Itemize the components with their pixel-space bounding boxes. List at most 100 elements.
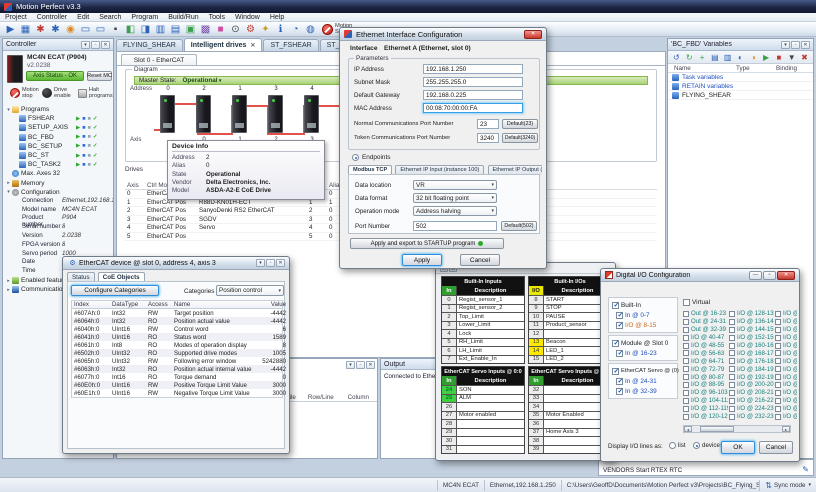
checkbox-icon[interactable] — [683, 343, 689, 349]
menu-item[interactable]: Edit — [72, 14, 94, 21]
io-row[interactable]: 28 — [442, 419, 524, 428]
toolbar-icon[interactable]: ■ — [214, 23, 227, 36]
drive-image[interactable] — [268, 95, 283, 133]
io-range-checkbox[interactable]: I/O @ 128-135 — [729, 310, 774, 318]
menu-item[interactable]: Program — [126, 14, 163, 21]
tree-item-program[interactable]: BC_TASK2 ▶ ■ ■ ✓ — [5, 160, 113, 169]
checkbox-icon[interactable] — [729, 374, 735, 380]
normal-port-default-button[interactable]: Default(23) — [502, 119, 538, 129]
endpoints-radio[interactable]: Endpoints — [352, 154, 390, 161]
checkbox-icon[interactable] — [683, 366, 689, 372]
io-range-checkbox[interactable]: I/O @ 168-175 — [729, 349, 774, 357]
col-name[interactable]: Name — [668, 65, 736, 72]
io-range-checkbox[interactable]: I/O @ 280-287 — [775, 349, 797, 357]
token-port-field[interactable]: 3240 — [477, 133, 499, 143]
checkbox-icon[interactable] — [775, 350, 781, 356]
io-range-checkbox[interactable]: Out @ 24-31 — [683, 318, 728, 326]
coe-object-row[interactable]: #607Ah:0 Int32 RW Target position -4442 — [72, 309, 282, 317]
drive-enable-button[interactable]: Drive enable — [42, 87, 78, 99]
drive-image[interactable] — [196, 95, 211, 133]
checkbox-icon[interactable] — [729, 327, 735, 333]
minimize-icon[interactable] — [749, 271, 762, 280]
io-range-checkbox[interactable]: Out @ 32-39 — [683, 326, 728, 334]
expander-icon[interactable] — [5, 107, 12, 113]
io-range-checkbox[interactable]: I/O @ 320-327 — [775, 389, 797, 397]
io-range-checkbox[interactable]: I/O @ 336-343 — [775, 405, 797, 413]
panel-pin-icon[interactable] — [356, 361, 365, 369]
io-row[interactable]: 8START — [529, 295, 611, 304]
io-row[interactable]: 30 — [442, 436, 524, 445]
sync-mode-selector[interactable]: Sync mode ▾ — [759, 480, 816, 491]
io-range-checkbox[interactable]: I/O @ 248-255 — [775, 318, 797, 326]
io-row[interactable]: 4Lock — [442, 329, 524, 338]
drive-image[interactable] — [232, 95, 247, 133]
io-range-checkbox[interactable]: I/O @ 288-295 — [775, 357, 797, 365]
toolbar-icon[interactable]: ✱ — [34, 23, 47, 36]
toolbar-icon[interactable]: ⊙ — [229, 23, 242, 36]
variables-toolbar-icon[interactable]: ✖ — [799, 52, 810, 63]
variable-row[interactable]: Task variables — [668, 73, 813, 82]
io-range-checkbox[interactable]: I/O @ 192-199 — [729, 373, 774, 381]
close-icon[interactable] — [524, 30, 542, 39]
coe-object-row[interactable]: #6064h:0 Int32 RO Position actual value … — [72, 317, 282, 325]
checkbox-icon[interactable] — [616, 322, 623, 329]
toolbar-icon[interactable]: ◧ — [124, 23, 137, 36]
panel-close-icon[interactable] — [101, 41, 110, 49]
variable-row[interactable]: RETAIN variables — [668, 82, 813, 91]
scroll-thumb[interactable] — [700, 426, 734, 432]
col-column[interactable]: Column — [340, 394, 377, 401]
checkbox-icon[interactable] — [683, 299, 690, 306]
io-range-checkbox[interactable]: I/O @ 104-111 — [683, 397, 728, 405]
checkbox-icon[interactable] — [729, 343, 735, 349]
checkbox-icon[interactable] — [683, 350, 689, 356]
coe-object-row[interactable]: #60E0h:0 UInt16 RW Positive Torque Limit… — [72, 381, 282, 389]
toolbar-icon[interactable]: ✦ — [259, 23, 272, 36]
tab-ethernet-ip-input[interactable]: Ethernet IP Input (instance 100) — [395, 165, 484, 175]
coe-object-row[interactable]: #6063h:0 Int32 RO Position actual intern… — [72, 365, 282, 373]
io-range-checkbox[interactable]: I/O @ 48-55 — [683, 342, 728, 350]
checkbox-icon[interactable] — [729, 406, 735, 412]
data-location-select[interactable]: VR — [413, 180, 497, 190]
checkbox-icon[interactable] — [775, 358, 781, 364]
panel-close-icon[interactable] — [801, 41, 810, 49]
tab-intelligent-drives[interactable]: Intelligent drives ✕ — [184, 38, 263, 51]
toolbar-icon[interactable]: ▩ — [199, 23, 212, 36]
checkbox-icon[interactable] — [612, 302, 619, 309]
checkbox-icon[interactable] — [612, 368, 619, 375]
checkbox-icon[interactable] — [775, 335, 781, 341]
scroll-right-icon[interactable]: ▸ — [782, 426, 790, 432]
checkbox-icon[interactable] — [683, 335, 689, 341]
checkbox-icon[interactable] — [775, 390, 781, 396]
panel-close-icon[interactable] — [366, 361, 375, 369]
io-row[interactable]: 0Regist_sensor_1 — [442, 295, 524, 304]
io-row[interactable]: 12 — [529, 329, 611, 338]
checkbox-icon[interactable] — [729, 366, 735, 372]
tree-item-configuration[interactable]: Configuration — [5, 188, 113, 197]
io-range-checkbox[interactable]: I/O @ 256-263 — [775, 326, 797, 334]
data-format-select[interactable]: 32 bit floating point — [413, 193, 497, 203]
reset-mc-button[interactable]: Reset MC — [87, 71, 112, 81]
io-row[interactable]: 31 — [442, 445, 524, 454]
io-row[interactable]: 37Home Axis 3 — [529, 428, 611, 437]
io-group-parent[interactable]: Built-In — [612, 300, 674, 310]
coe-object-row[interactable]: #6502h:0 UInt32 RO Supported drive modes… — [72, 349, 282, 357]
checkbox-icon[interactable] — [683, 327, 689, 333]
io-range-checkbox[interactable]: I/O @ 72-79 — [683, 365, 728, 373]
tree-item-memory[interactable]: Memory — [5, 179, 113, 188]
panel-menu-icon[interactable] — [781, 41, 790, 49]
io-row[interactable]: 32 — [529, 385, 611, 394]
io-range-checkbox[interactable]: I/O @ 40-47 — [683, 334, 728, 342]
tree-item-program[interactable]: BC_FBD ▶ ■ ■ ✓ — [5, 133, 113, 142]
io-row[interactable]: 24SON — [442, 385, 524, 394]
menu-item[interactable]: Project — [0, 14, 32, 21]
cancel-button[interactable]: Cancel — [759, 441, 793, 454]
io-range-checkbox[interactable]: I/O @ 120-127 — [683, 413, 728, 421]
io-range-checkbox[interactable]: I/O @ 184-191 — [729, 365, 774, 373]
toolbar-icon[interactable]: ◨ — [139, 23, 152, 36]
io-row[interactable]: 25ALM — [442, 394, 524, 403]
checkbox-icon[interactable] — [775, 398, 781, 404]
io-row[interactable]: 7Ext_Enable_In — [442, 355, 524, 364]
checkbox-icon[interactable] — [616, 388, 623, 395]
virtual-checkbox[interactable]: Virtual — [683, 297, 710, 307]
toolbar-icon[interactable]: ⚙ — [244, 23, 257, 36]
